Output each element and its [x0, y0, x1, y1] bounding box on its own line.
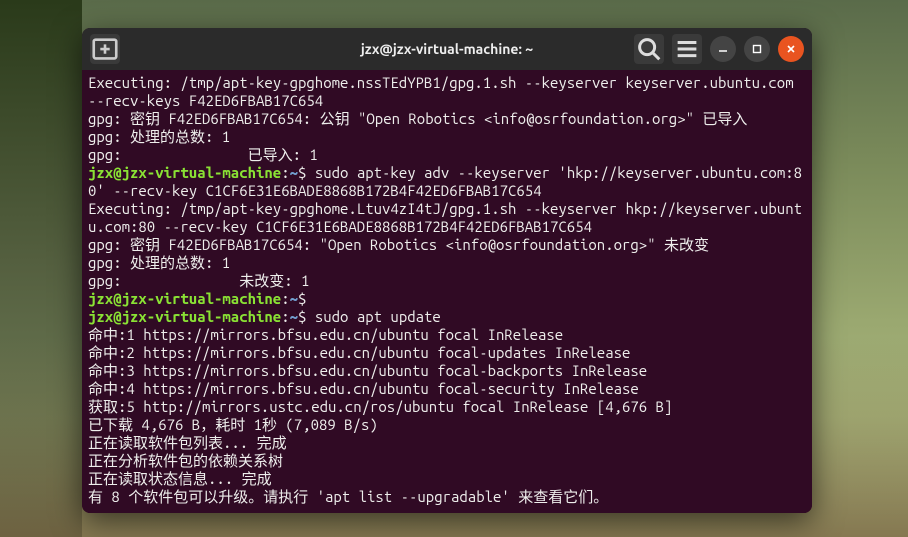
titlebar: jzx@jzx-virtual-machine: ~	[82, 28, 812, 70]
output-line: gpg: 未改变: 1	[88, 272, 309, 289]
prompt-path: ~	[290, 308, 298, 325]
prompt-path: ~	[290, 290, 298, 307]
output-line: 命中:4 https://mirrors.bfsu.edu.cn/ubuntu …	[88, 380, 639, 397]
search-icon	[634, 34, 664, 64]
new-tab-icon	[90, 34, 120, 64]
prompt-sep: :	[281, 164, 289, 181]
prompt-sep: :	[281, 308, 289, 325]
output-line: 命中:3 https://mirrors.bfsu.edu.cn/ubuntu …	[88, 362, 647, 379]
output-line: Executing: /tmp/apt-key-gpghome.nssTEdYP…	[88, 74, 802, 109]
output-line: 正在分析软件包的依赖关系树	[88, 452, 283, 469]
hamburger-icon	[672, 34, 702, 64]
prompt-sigil: $	[298, 290, 306, 307]
output-line: gpg: 密钥 F42ED6FBAB17C654: "Open Robotics…	[88, 236, 709, 253]
menu-button[interactable]	[672, 34, 702, 64]
output-line: 已下载 4,676 B，耗时 1秒 (7,089 B/s)	[88, 416, 378, 433]
prompt-sep: :	[281, 290, 289, 307]
terminal-body[interactable]: Executing: /tmp/apt-key-gpghome.nssTEdYP…	[82, 70, 812, 513]
maximize-icon	[751, 43, 763, 55]
terminal-window: jzx@jzx-virtual-machine: ~ Executing: /t…	[82, 28, 812, 513]
output-line: Executing: /tmp/apt-key-gpghome.Ltuv4zI4…	[88, 200, 802, 235]
prompt-path: ~	[290, 164, 298, 181]
minimize-button[interactable]	[710, 36, 736, 62]
output-line: 正在读取状态信息... 完成	[88, 470, 272, 487]
output-line: 命中:2 https://mirrors.bfsu.edu.cn/ubuntu …	[88, 344, 630, 361]
new-tab-button[interactable]	[90, 34, 120, 64]
maximize-button[interactable]	[744, 36, 770, 62]
output-line: gpg: 处理的总数: 1	[88, 128, 230, 145]
output-line: 命中:1 https://mirrors.bfsu.edu.cn/ubuntu …	[88, 326, 563, 343]
prompt-userhost: jzx@jzx-virtual-machine	[88, 308, 281, 325]
close-icon	[785, 43, 797, 55]
minimize-icon	[717, 43, 729, 55]
output-line: gpg: 已导入: 1	[88, 146, 318, 163]
output-line: gpg: 处理的总数: 1	[88, 254, 230, 271]
output-line: 有 8 个软件包可以升级。请执行 'apt list --upgradable'…	[88, 488, 608, 505]
command-text: sudo apt update	[306, 308, 440, 325]
output-line: 获取:5 http://mirrors.ustc.edu.cn/ros/ubun…	[88, 398, 672, 415]
search-button[interactable]	[634, 34, 664, 64]
output-line: 正在读取软件包列表... 完成	[88, 434, 287, 451]
prompt-userhost: jzx@jzx-virtual-machine	[88, 164, 281, 181]
prompt-userhost: jzx@jzx-virtual-machine	[88, 290, 281, 307]
output-line: gpg: 密钥 F42ED6FBAB17C654: 公钥 "Open Robot…	[88, 110, 747, 127]
close-button[interactable]	[778, 36, 804, 62]
